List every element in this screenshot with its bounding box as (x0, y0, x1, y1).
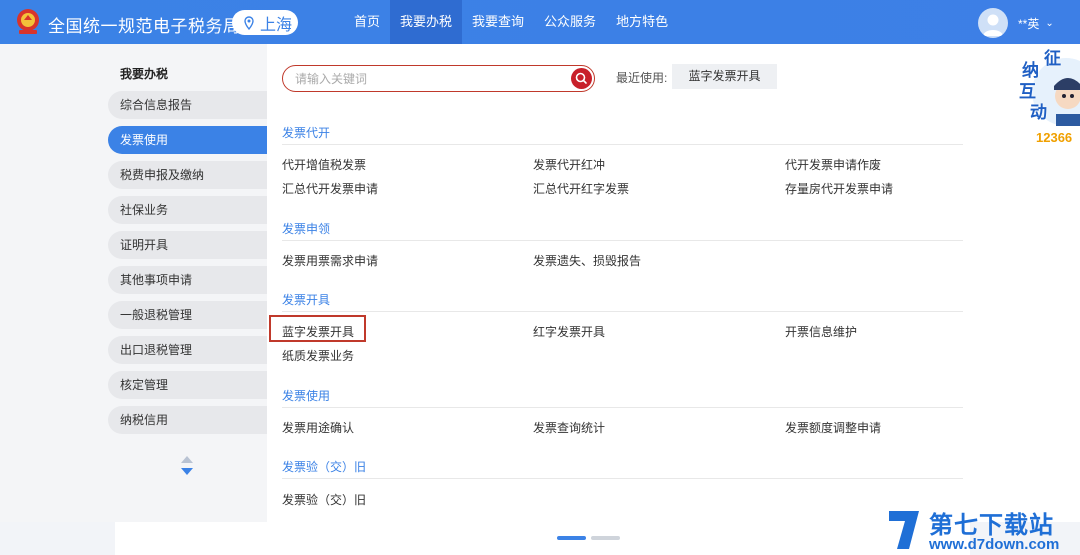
location-pin-icon (244, 15, 254, 30)
link-agent-void-request[interactable]: 代开发票申请作废 (785, 156, 881, 173)
widget-char: 征 (1044, 49, 1061, 68)
link-invoice-purpose-confirm[interactable]: 发票用途确认 (282, 419, 354, 436)
link-summary-red-invoice[interactable]: 汇总代开红字发票 (533, 180, 629, 197)
site-title: 全国统一规范电子税务局 (48, 17, 241, 36)
top-header: 全国统一规范电子税务局 上海 首页 我要办税 我要查询 公众服务 地方特色 **… (0, 0, 1080, 44)
nav-public-service[interactable]: 公众服务 (534, 0, 606, 44)
link-invoice-quota-adjust[interactable]: 发票额度调整申请 (785, 419, 881, 436)
search-input[interactable] (293, 70, 563, 87)
section-title-invoice-return: 发票验（交）旧 (282, 460, 367, 474)
link-invoice-info-maintenance[interactable]: 开票信息维护 (785, 323, 857, 340)
section-title-invoice-use: 发票使用 (282, 389, 331, 403)
divider (282, 311, 963, 312)
bottom-panel (115, 522, 970, 555)
recent-item-chip[interactable]: 蓝字发票开具 (672, 64, 777, 89)
sidebar-item-other-requests[interactable]: 其他事项申请 (108, 266, 267, 294)
scroll-arrows-icon[interactable] (180, 455, 194, 477)
sidebar-item-assessment[interactable]: 核定管理 (108, 371, 267, 399)
search-box (282, 65, 595, 92)
recent-label: 最近使用: (616, 71, 668, 85)
interaction-widget[interactable]: 征 纳 互 动 12366 (1016, 44, 1080, 154)
sidebar-item-social-security[interactable]: 社保业务 (108, 196, 267, 224)
link-invoice-query-stats[interactable]: 发票查询统计 (533, 419, 605, 436)
section-title-invoice-agent: 发票代开 (282, 126, 331, 140)
divider (282, 240, 963, 241)
link-red-invoice-issue[interactable]: 红字发票开具 (533, 323, 605, 340)
search-icon (575, 72, 587, 84)
section-title-invoice-issue: 发票开具 (282, 293, 331, 307)
content-area: 最近使用: 蓝字发票开具 发票代开 代开增值税发票 发票代开红冲 代开发票申请作… (267, 44, 1080, 522)
sidebar-item-export-refund[interactable]: 出口退税管理 (108, 336, 267, 364)
divider (282, 144, 963, 145)
link-invoice-return[interactable]: 发票验（交）旧 (282, 491, 366, 508)
nav-tax-handling[interactable]: 我要办税 (390, 0, 463, 44)
sidebar-item-tax-declaration[interactable]: 税费申报及缴纳 (108, 161, 267, 189)
watermark-title: 第七下载站 (929, 512, 1054, 539)
user-name: **英 (1018, 16, 1040, 31)
chevron-down-icon: ⌄ (1045, 17, 1054, 29)
sidebar-item-credit[interactable]: 纳税信用 (108, 406, 267, 434)
widget-badge: 12366 (1036, 130, 1073, 145)
user-silhouette-icon (983, 14, 1003, 36)
search-button[interactable] (571, 68, 592, 89)
watermark: 第七下载站 www.d7down.com (885, 505, 1080, 555)
link-blue-invoice-issue[interactable]: 蓝字发票开具 (282, 323, 354, 340)
link-paper-invoice-business[interactable]: 纸质发票业务 (282, 347, 354, 364)
divider (282, 478, 963, 479)
user-menu[interactable]: **英 ⌄ (978, 8, 1054, 38)
nav-query[interactable]: 我要查询 (462, 0, 534, 44)
sidebar-item-invoice-use[interactable]: 发票使用 (108, 126, 267, 154)
link-invoice-loss-report[interactable]: 发票遗失、损毁报告 (533, 252, 641, 269)
region-label: 上海 (260, 16, 293, 34)
carousel-dot-active[interactable] (557, 536, 586, 540)
avatar (978, 8, 1008, 38)
tax-emblem-icon (17, 9, 39, 34)
sidebar-title: 我要办税 (120, 67, 169, 81)
sidebar-item-info-report[interactable]: 综合信息报告 (108, 91, 267, 119)
sidebar-item-certificate[interactable]: 证明开具 (108, 231, 267, 259)
link-agent-vat-invoice[interactable]: 代开增值税发票 (282, 156, 366, 173)
sidebar-item-tax-refund[interactable]: 一般退税管理 (108, 301, 267, 329)
main-panel: 我要办税 综合信息报告 发票使用 税费申报及缴纳 社保业务 证明开具 其他事项申… (0, 44, 1080, 522)
widget-char: 动 (1030, 103, 1047, 122)
section-title-invoice-apply: 发票申领 (282, 222, 331, 236)
sidebar: 我要办税 综合信息报告 发票使用 税费申报及缴纳 社保业务 证明开具 其他事项申… (0, 44, 267, 522)
nav-local-features[interactable]: 地方特色 (606, 0, 678, 44)
link-invoice-demand-request[interactable]: 发票用票需求申请 (282, 252, 378, 269)
link-summary-agent-request[interactable]: 汇总代开发票申请 (282, 180, 378, 197)
watermark-url: www.d7down.com (929, 536, 1060, 553)
watermark-logo-icon (889, 511, 919, 549)
divider (282, 407, 963, 408)
link-housing-agent-request[interactable]: 存量房代开发票申请 (785, 180, 893, 197)
nav-home[interactable]: 首页 (344, 0, 390, 44)
main-nav: 首页 我要办税 我要查询 公众服务 地方特色 (344, 0, 678, 44)
link-agent-red-reversal[interactable]: 发票代开红冲 (533, 156, 605, 173)
carousel-dot[interactable] (591, 536, 620, 540)
region-selector[interactable]: 上海 (232, 10, 298, 35)
